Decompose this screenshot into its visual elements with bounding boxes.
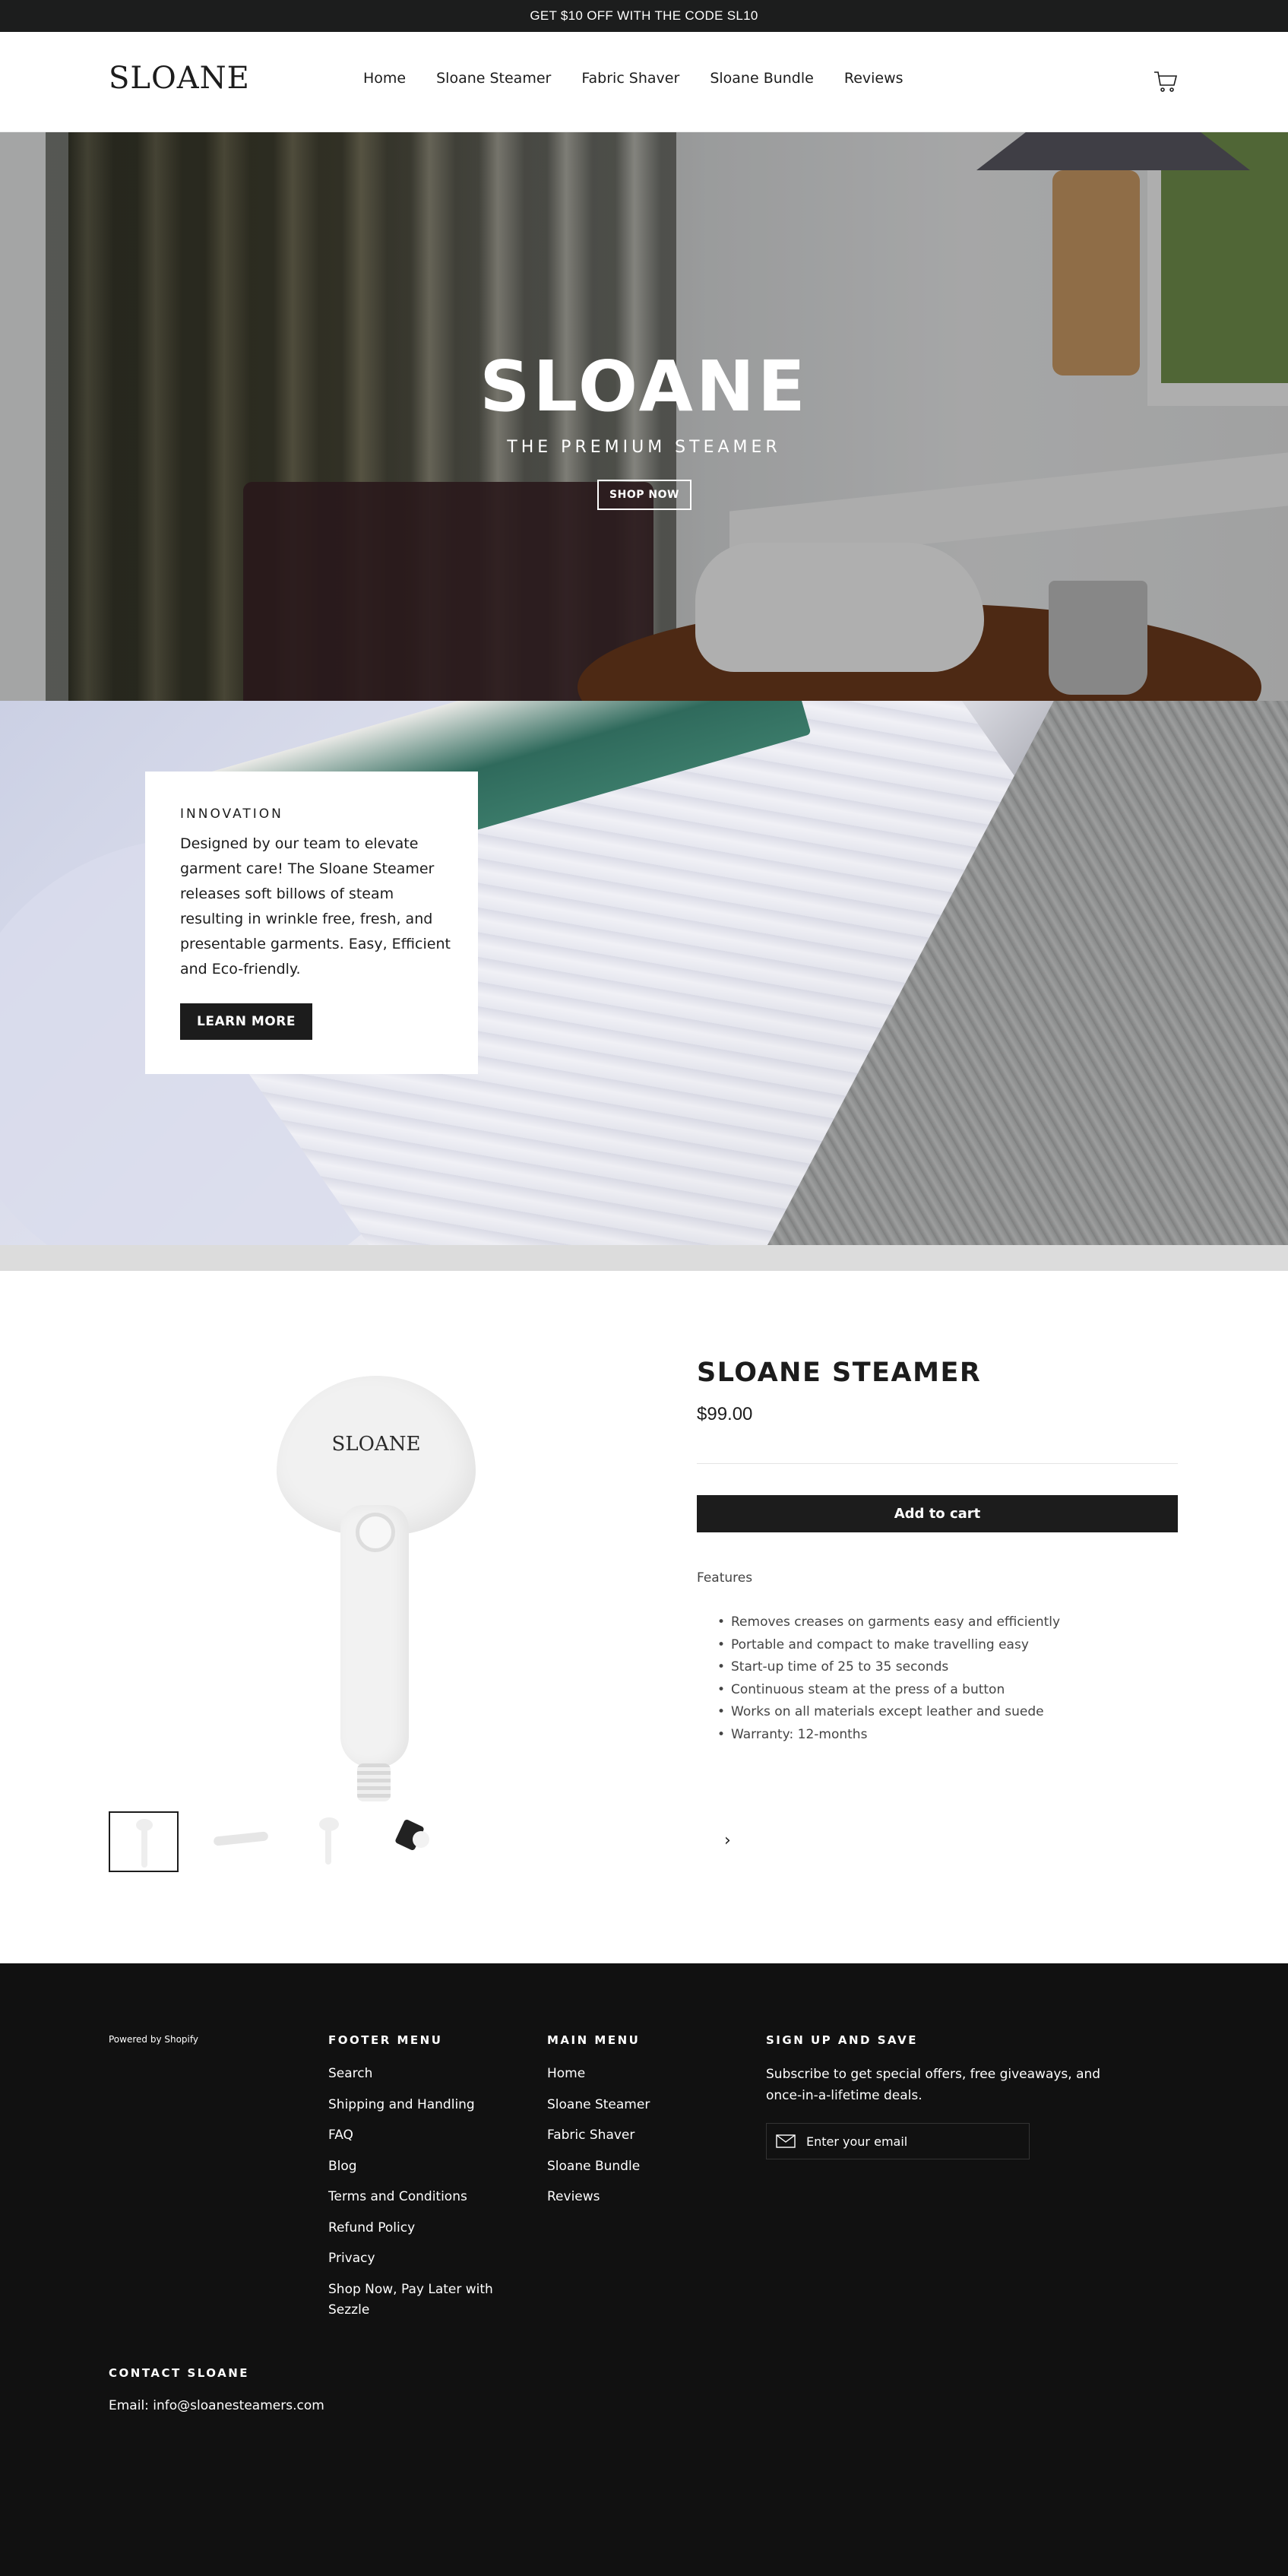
main-menu: MAIN MENU Home Sloane Steamer Fabric Sha…	[547, 2033, 650, 2218]
site-footer: Powered by Shopify FOOTER MENU Search Sh…	[0, 1963, 1288, 2576]
product-thumbnails: ›	[109, 1811, 731, 1872]
footer-link-shipping[interactable]: Shipping and Handling	[328, 2095, 503, 2115]
cart-icon[interactable]	[1154, 70, 1178, 93]
list-item: Works on all materials except leather an…	[714, 1701, 1060, 1724]
email-field[interactable]: Enter your email	[766, 2123, 1030, 2159]
thumbnail-1[interactable]	[109, 1811, 179, 1872]
power-button-icon	[356, 1513, 395, 1552]
site-logo[interactable]: SLOANE	[109, 61, 250, 96]
thumbnail-4[interactable]	[382, 1811, 452, 1872]
main-menu-link-reviews[interactable]: Reviews	[547, 2187, 650, 2207]
footer-link-sezzle[interactable]: Shop Now, Pay Later with Sezzle	[328, 2280, 503, 2321]
footer-link-blog[interactable]: Blog	[328, 2156, 503, 2177]
product-price: $99.00	[697, 1404, 753, 1424]
contact-email[interactable]: Email: info@sloanesteamers.com	[109, 2398, 324, 2413]
footer-menu: FOOTER MENU Search Shipping and Handling…	[328, 2033, 503, 2330]
announcement-bar: GET $10 OFF WITH THE CODE SL10	[0, 0, 1288, 32]
section-divider	[0, 1245, 1288, 1271]
product-main-image[interactable]: SLOANE	[251, 1361, 502, 1801]
nav-sloane-bundle[interactable]: Sloane Bundle	[710, 70, 814, 87]
main-menu-link-shaver[interactable]: Fabric Shaver	[547, 2125, 650, 2146]
shop-now-button[interactable]: SHOP NOW	[597, 480, 691, 510]
features-label: Features	[697, 1570, 753, 1586]
thumbnail-next-icon[interactable]: ›	[724, 1831, 731, 1850]
signup-text: Subscribe to get special offers, free gi…	[766, 2067, 1101, 2103]
thumbnail-3[interactable]	[295, 1811, 365, 1872]
main-nav: Home Sloane Steamer Fabric Shaver Sloane…	[363, 70, 934, 87]
main-menu-heading: MAIN MENU	[547, 2033, 641, 2047]
list-item: Portable and compact to make travelling …	[714, 1634, 1060, 1657]
footer-menu-heading: FOOTER MENU	[328, 2033, 443, 2047]
announcement-text: GET $10 OFF WITH THE CODE SL10	[530, 8, 758, 23]
footer-link-faq[interactable]: FAQ	[328, 2125, 503, 2146]
site-header: SLOANE Home Sloane Steamer Fabric Shaver…	[0, 32, 1288, 132]
nav-sloane-steamer[interactable]: Sloane Steamer	[436, 70, 551, 87]
main-menu-link-bundle[interactable]: Sloane Bundle	[547, 2156, 650, 2177]
footer-link-search[interactable]: Search	[328, 2064, 503, 2084]
footer-link-refund[interactable]: Refund Policy	[328, 2218, 503, 2239]
signup-section: SIGN UP AND SAVE Subscribe to get specia…	[766, 2033, 1131, 2159]
innovation-kicker: INNOVATION	[180, 806, 283, 822]
product-image-logo: SLOANE	[331, 1433, 421, 1456]
features-list: Removes creases on garments easy and eff…	[714, 1611, 1060, 1746]
learn-more-button[interactable]: LEARN MORE	[180, 1003, 312, 1040]
mail-icon	[776, 2134, 796, 2148]
hero-title: SLOANE	[479, 346, 809, 427]
product-title: SLOANE STEAMER	[697, 1358, 982, 1388]
main-menu-link-home[interactable]: Home	[547, 2064, 650, 2084]
add-to-cart-button[interactable]: Add to cart	[697, 1495, 1178, 1532]
nav-home[interactable]: Home	[363, 70, 406, 87]
signup-heading: SIGN UP AND SAVE	[766, 2033, 918, 2047]
thumbnail-2[interactable]	[207, 1811, 277, 1872]
footer-link-privacy[interactable]: Privacy	[328, 2248, 503, 2269]
email-placeholder: Enter your email	[806, 2134, 908, 2149]
contact-heading: CONTACT SLOANE	[109, 2366, 250, 2380]
list-item: Warranty: 12-months	[714, 1724, 1060, 1747]
nav-fabric-shaver[interactable]: Fabric Shaver	[581, 70, 679, 87]
innovation-card: INNOVATION Designed by our team to eleva…	[145, 772, 478, 1074]
powered-by-link[interactable]: Powered by Shopify	[109, 2034, 198, 2045]
main-menu-link-steamer[interactable]: Sloane Steamer	[547, 2095, 650, 2115]
hero-subtitle: THE PREMIUM STEAMER	[507, 438, 781, 457]
list-item: Start-up time of 25 to 35 seconds	[714, 1656, 1060, 1679]
innovation-body: Designed by our team to elevate garment …	[180, 835, 451, 977]
contact-section: CONTACT SLOANE Email: info@sloanesteamer…	[109, 2366, 324, 2413]
nav-reviews[interactable]: Reviews	[844, 70, 903, 87]
list-item: Continuous steam at the press of a butto…	[714, 1679, 1060, 1702]
divider	[697, 1463, 1178, 1464]
list-item: Removes creases on garments easy and eff…	[714, 1611, 1060, 1634]
footer-link-terms[interactable]: Terms and Conditions	[328, 2187, 503, 2207]
